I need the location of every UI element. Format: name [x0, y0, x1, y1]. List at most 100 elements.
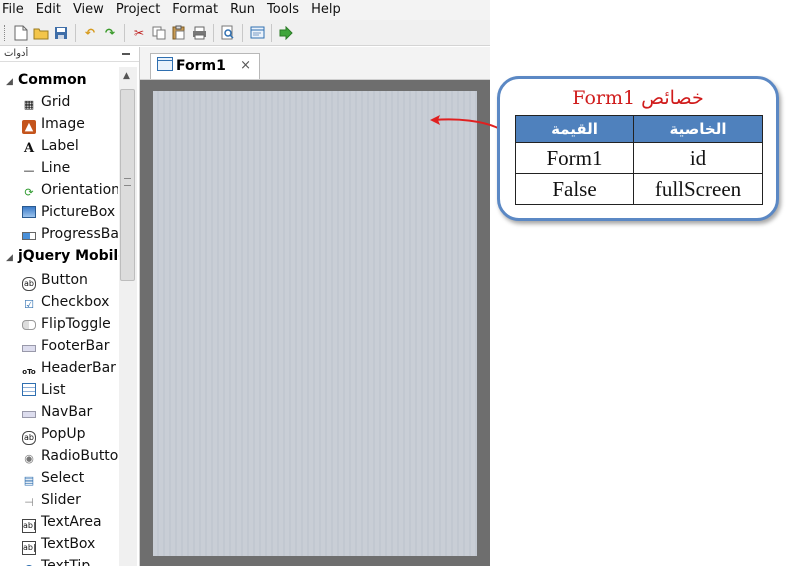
line-icon: —	[23, 164, 35, 177]
cell-property: fullScreen	[633, 173, 763, 205]
tool-popup[interactable]: ab PopUp	[22, 423, 118, 445]
menu-tools[interactable]: Tools	[261, 0, 305, 20]
group-jquery-mobile[interactable]: ◢ jQuery Mobile	[6, 245, 128, 267]
tool-line[interactable]: — Line	[22, 157, 118, 179]
tool-label: Select	[41, 470, 85, 486]
toolbar-grip[interactable]	[4, 24, 7, 41]
tools-panel-header: أدوات	[0, 47, 139, 62]
toolbar: ↶ ↷ ✂	[0, 20, 490, 46]
progressbar-icon	[22, 232, 36, 240]
tool-navbar[interactable]: NavBar	[22, 401, 118, 423]
image-icon: ▲	[22, 120, 36, 134]
table-row: Form1 id	[515, 142, 763, 174]
tool-headerbar[interactable]: oTo HeaderBar	[22, 357, 118, 379]
cell-value: False	[515, 173, 634, 205]
checkbox-icon: ☑	[24, 298, 34, 311]
tool-footerbar[interactable]: FooterBar	[22, 335, 118, 357]
tool-radiobutton[interactable]: ◉ RadioButton	[22, 445, 118, 467]
group-label: Common	[18, 72, 87, 88]
save-icon[interactable]	[53, 25, 69, 41]
tool-checkbox[interactable]: ☑ Checkbox	[22, 291, 118, 313]
menu-help[interactable]: Help	[305, 0, 347, 20]
toolbar-separator	[75, 23, 76, 42]
tools-panel: أدوات ◢ Common ▦ Grid ▲ Image A Label — Line …	[0, 47, 140, 566]
collapse-arrow-icon[interactable]: ◢	[6, 247, 18, 269]
arrow-icon	[430, 115, 499, 129]
tool-label: Button	[41, 272, 88, 288]
open-folder-icon[interactable]	[33, 25, 49, 41]
tool-orientation[interactable]: ⟳ Orientation	[22, 179, 118, 201]
tools-scrollbar[interactable]: ▲	[119, 67, 137, 566]
tool-label: TextTip	[41, 558, 91, 566]
scroll-up-icon[interactable]: ▲	[123, 71, 130, 81]
tool-texttip[interactable]: ● TextTip	[22, 555, 118, 566]
tool-list[interactable]: List	[22, 379, 118, 401]
tool-button[interactable]: ab Button	[22, 269, 118, 291]
form-designer	[140, 80, 490, 566]
fliptoggle-icon	[22, 320, 36, 330]
tool-select[interactable]: ▤ Select	[22, 467, 118, 489]
menu-project[interactable]: Project	[110, 0, 166, 20]
callout-title: خصائص Form1	[572, 87, 704, 109]
menu-run[interactable]: Run	[224, 0, 261, 20]
tool-fliptoggle[interactable]: FlipToggle	[22, 313, 118, 335]
tool-slider[interactable]: ⊣ Slider	[22, 489, 118, 511]
pin-icon[interactable]	[122, 53, 130, 55]
scrollbar-thumb[interactable]	[120, 89, 135, 281]
tool-label: PopUp	[41, 426, 86, 442]
tool-progressbar[interactable]: ProgressBar	[22, 223, 118, 245]
close-icon[interactable]: ×	[240, 54, 251, 78]
tool-textbox[interactable]: ab| TextBox	[22, 533, 118, 555]
print-icon[interactable]	[191, 25, 207, 41]
undo-icon[interactable]: ↶	[82, 25, 98, 41]
run-icon[interactable]	[278, 25, 294, 41]
footerbar-icon	[22, 345, 36, 352]
select-icon: ▤	[23, 474, 35, 487]
form-canvas[interactable]	[153, 91, 477, 556]
form-icon[interactable]	[249, 25, 265, 41]
tool-picturebox[interactable]: PictureBox	[22, 201, 118, 223]
tools-panel-title: أدوات	[4, 48, 29, 59]
properties-table: القيمة الخاصية Form1 id False fullScreen	[515, 115, 763, 205]
tool-label: Grid	[41, 94, 71, 110]
textarea-icon: ab|	[22, 519, 36, 533]
toolbar-separator	[271, 23, 272, 42]
texttip-icon: ●	[22, 562, 36, 566]
tool-label: Label	[41, 138, 79, 154]
tool-label: Line	[41, 160, 71, 176]
tool-grid[interactable]: ▦ Grid	[22, 91, 118, 113]
menu-view[interactable]: View	[67, 0, 110, 20]
redo-icon[interactable]: ↷	[102, 25, 118, 41]
tool-label: RadioButton	[41, 448, 118, 464]
tool-label: HeaderBar	[41, 360, 116, 376]
group-common[interactable]: ◢ Common	[6, 69, 87, 91]
menu-edit[interactable]: Edit	[30, 0, 67, 20]
tool-label: Orientation	[41, 182, 118, 198]
paste-icon[interactable]	[171, 25, 187, 41]
print-preview-icon[interactable]	[220, 25, 236, 41]
tool-label[interactable]: A Label	[22, 135, 118, 157]
tool-label: Image	[41, 116, 85, 132]
cell-property: id	[633, 142, 763, 174]
copy-icon[interactable]	[151, 25, 167, 41]
tool-label: PictureBox	[41, 204, 116, 220]
cut-icon[interactable]: ✂	[131, 25, 147, 41]
tool-label: TextArea	[41, 514, 102, 530]
slider-icon: ⊣	[24, 496, 34, 509]
tool-label: Slider	[41, 492, 81, 508]
tab-form1[interactable]: Form1 ×	[150, 53, 260, 79]
toolbar-separator	[242, 23, 243, 42]
label-icon: A	[23, 141, 35, 156]
menu-file[interactable]: File	[0, 0, 30, 20]
collapse-arrow-icon[interactable]: ◢	[6, 71, 18, 93]
tab-label: Form1	[176, 58, 226, 74]
headerbar-icon: oTo	[22, 368, 36, 376]
tool-label: ProgressBar	[41, 226, 118, 242]
toolbar-separator	[124, 23, 125, 42]
new-file-icon[interactable]	[13, 25, 29, 41]
tool-image[interactable]: ▲ Image	[22, 113, 118, 135]
menu-format[interactable]: Format	[166, 0, 224, 20]
tool-label: Checkbox	[41, 294, 110, 310]
radiobutton-icon: ◉	[24, 452, 34, 465]
tool-textarea[interactable]: ab| TextArea	[22, 511, 118, 533]
